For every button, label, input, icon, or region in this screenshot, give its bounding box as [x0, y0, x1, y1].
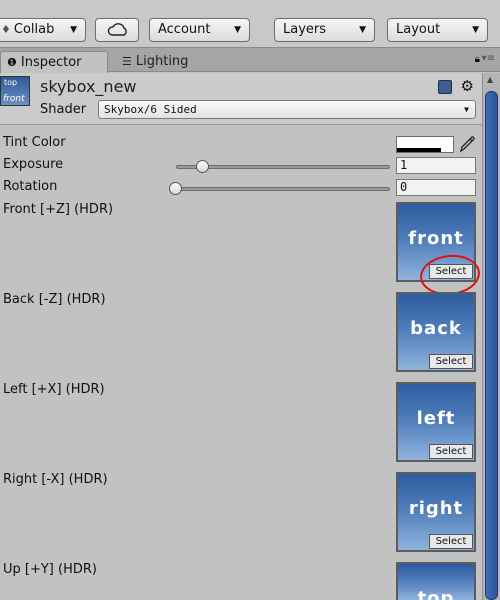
back-texture-thumb-text: back [410, 318, 462, 339]
left-texture-label: Left [+X] (HDR) [3, 382, 105, 397]
tint-color-field[interactable] [396, 136, 454, 153]
shader-dropdown[interactable]: Skybox/6 Sided ▼ [98, 100, 476, 119]
gear-icon[interactable]: ⚙︎ [461, 77, 474, 95]
inspector-scrollbar[interactable]: ▲ [482, 73, 500, 600]
scroll-up-arrow-icon[interactable]: ▲ [487, 75, 493, 84]
up-texture-slot[interactable]: top [396, 562, 476, 600]
back-select-button[interactable]: Select [429, 354, 473, 369]
eyedropper-icon[interactable] [458, 134, 476, 154]
cloud-button[interactable] [95, 18, 139, 42]
material-preview-thumbnail: top front [0, 76, 30, 106]
shader-label: Shader [40, 102, 87, 117]
left-select-button[interactable]: Select [429, 444, 473, 459]
tab-inspector[interactable]: ❶ Inspector [0, 51, 108, 73]
right-texture-slot[interactable]: right Select [396, 472, 476, 552]
right-texture-label: Right [-X] (HDR) [3, 472, 108, 487]
chevron-down-icon: ▼ [464, 105, 469, 114]
main-toolbar: ♦ Collab ▼ Account ▼ Layers ▼ Layout ▼ [0, 0, 500, 48]
chevron-down-icon: ▼ [359, 25, 366, 35]
collab-label: Collab [13, 22, 55, 37]
thumb-top-label: top [4, 78, 18, 87]
rotation-input[interactable]: 0 [396, 179, 476, 196]
back-texture-slot[interactable]: back Select [396, 292, 476, 372]
tint-color-label: Tint Color [3, 135, 66, 150]
diamond-icon: ♦ [1, 23, 11, 36]
left-texture-thumb-text: left [416, 408, 456, 429]
rotation-slider[interactable] [176, 187, 390, 191]
rotation-label: Rotation [3, 179, 58, 194]
layout-dropdown[interactable]: Layout ▼ [387, 18, 488, 42]
panel-tabbar: ❶ Inspector ☰ Lighting 🔒︎ ▾≡ [0, 48, 500, 73]
help-book-icon[interactable] [438, 80, 452, 94]
lock-icon[interactable]: 🔒︎ [475, 54, 480, 65]
shader-value: Skybox/6 Sided [104, 103, 197, 116]
rotation-slider-thumb[interactable] [169, 182, 182, 195]
exposure-slider-thumb[interactable] [196, 160, 209, 173]
up-texture-label: Up [+Y] (HDR) [3, 562, 97, 577]
tab-inspector-label: Inspector [20, 55, 82, 70]
account-label: Account [158, 22, 211, 37]
right-select-button[interactable]: Select [429, 534, 473, 549]
right-texture-thumb-text: right [408, 498, 464, 519]
tab-menu-icon[interactable]: ▾≡ [482, 53, 495, 64]
exposure-label: Exposure [3, 157, 64, 172]
tab-lighting-label: Lighting [135, 54, 189, 69]
exposure-input[interactable]: 1 [396, 157, 476, 174]
material-header: top front skybox_new ⚙︎ Shader Skybox/6 … [0, 73, 482, 125]
up-texture-thumb-text: top [417, 588, 455, 600]
layers-dropdown[interactable]: Layers ▼ [274, 18, 375, 42]
front-texture-label: Front [+Z] (HDR) [3, 202, 114, 217]
tint-alpha-bar [397, 148, 441, 152]
chevron-down-icon: ▼ [70, 25, 77, 35]
tab-lighting[interactable]: ☰ Lighting [116, 51, 216, 73]
cloud-icon [107, 23, 127, 36]
collab-dropdown[interactable]: ♦ Collab ▼ [0, 18, 86, 42]
left-texture-slot[interactable]: left Select [396, 382, 476, 462]
material-name: skybox_new [40, 77, 137, 96]
back-texture-label: Back [-Z] (HDR) [3, 292, 106, 307]
chevron-down-icon: ▼ [472, 25, 479, 35]
scrollbar-thumb[interactable] [485, 91, 498, 600]
layers-label: Layers [283, 22, 327, 37]
thumb-bottom-label: front [3, 94, 25, 104]
front-texture-thumb-text: front [408, 228, 464, 249]
account-dropdown[interactable]: Account ▼ [149, 18, 250, 42]
lighting-icon: ☰ [122, 55, 132, 68]
info-icon: ❶ [7, 56, 17, 69]
layout-label: Layout [396, 22, 441, 37]
chevron-down-icon: ▼ [234, 25, 241, 35]
